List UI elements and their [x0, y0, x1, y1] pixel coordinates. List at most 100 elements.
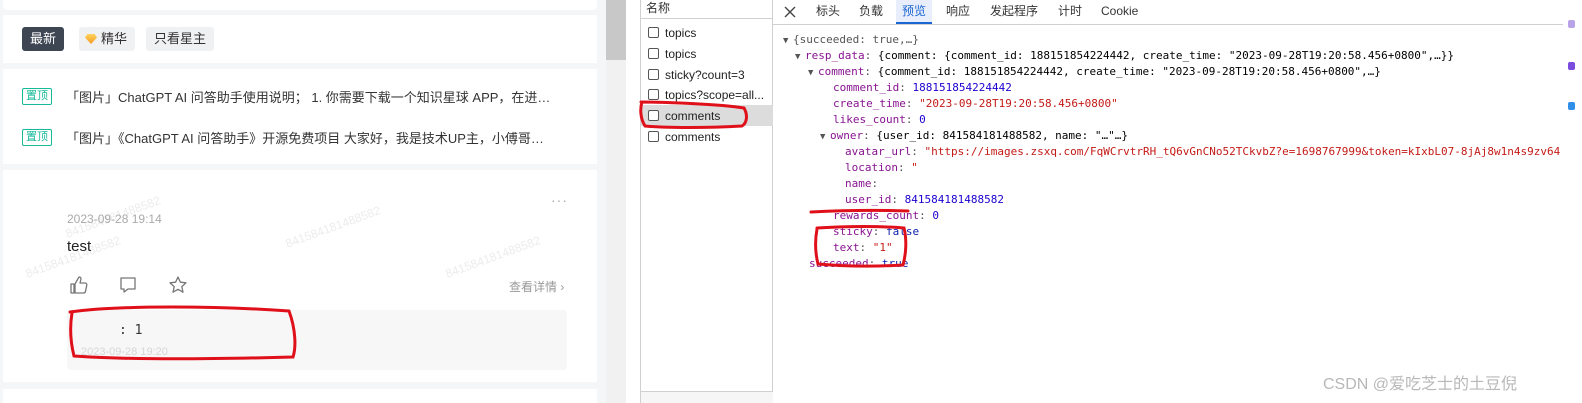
checkbox[interactable] [648, 48, 659, 59]
checkbox[interactable] [648, 27, 659, 38]
json-key: name [845, 177, 872, 190]
json-summary: {user_id: 841584181488582, name: "…"…} [876, 129, 1129, 142]
json-value: 0 [932, 209, 939, 222]
request-name: sticky?count=3 [665, 67, 745, 82]
request-list-footer [641, 391, 773, 403]
json-key: comment_id [833, 81, 900, 94]
csdn-watermark: CSDN @爱吃芝士的土豆倪 [1323, 376, 1518, 393]
comment-icon[interactable] [118, 275, 138, 295]
extension-icon[interactable] [1568, 62, 1575, 70]
pinned-topic-item[interactable]: 置顶 「图片」《ChatGPT AI 问答助手》开源免费项目 大家好，我是技术U… [22, 127, 582, 147]
request-row[interactable]: topics [641, 22, 773, 43]
checkbox[interactable] [648, 110, 659, 121]
json-row: create_time: "2023-09-28T19:20:58.456+08… [833, 97, 1118, 110]
json-row[interactable]: ▼ owner: {user_id: 841584181488582, name:… [820, 129, 1128, 143]
close-icon[interactable] [782, 4, 798, 20]
pinned-topic-item[interactable]: 置顶 「图片」ChatGPT AI 问答助手使用说明； 1. 你需要下载一个知识… [22, 86, 582, 106]
request-row[interactable]: topics?scope=all... [641, 84, 773, 105]
like-icon[interactable] [69, 275, 89, 295]
triangle-down-icon[interactable]: ▼ [808, 66, 818, 80]
request-row[interactable]: sticky?count=3 [641, 64, 773, 85]
pinned-badge: 置顶 [22, 87, 52, 105]
request-row-selected[interactable]: comments [641, 105, 773, 126]
forum-page: 最新 精华 只看星主 置顶 「图片」ChatGPT AI 问答助手使用说明； 1… [0, 0, 606, 403]
json-value: " [911, 161, 918, 174]
filter-latest-label: 最新 [30, 31, 57, 46]
tab-cookies[interactable]: Cookie [1095, 0, 1144, 24]
json-row: avatar_url: "https://images.zsxq.com/FqW… [845, 145, 1561, 158]
chevron-right-icon: › [560, 280, 565, 294]
json-value: "2023-09-28T19:20:58.456+0800" [919, 97, 1118, 110]
json-summary: {succeeded: true,…} [793, 33, 919, 46]
filter-bar: 最新 精华 只看星主 [3, 15, 597, 63]
pinned-topic-text: 「图片」《ChatGPT AI 问答助手》开源免费项目 大家好，我是技术UP主，… [66, 130, 544, 146]
topic-card: 841584181488582 841584181488582 84158418… [3, 170, 597, 382]
checkbox[interactable] [648, 69, 659, 80]
watermark: 841584181488582 [283, 203, 383, 251]
view-details-label: 查看详情 [509, 280, 558, 294]
post-text: test [67, 238, 92, 255]
json-row[interactable]: ▼ resp_data: {comment: {comment_id: 18815… [795, 49, 1454, 63]
tab-payload[interactable]: 负载 [853, 0, 889, 24]
request-name: topics [665, 46, 697, 61]
request-name: topics [665, 25, 697, 40]
tab-initiator[interactable]: 发起程序 [984, 0, 1044, 24]
json-row[interactable]: ▼ comment: {comment_id: 188151854224442, … [808, 65, 1381, 79]
json-value: 0 [919, 113, 926, 126]
json-row: name: [845, 177, 879, 190]
scrollbar-thumb[interactable] [606, 0, 626, 60]
side-toolbar [1563, 0, 1582, 403]
filter-elite-button[interactable]: 精华 [79, 27, 136, 51]
more-options-icon[interactable]: ··· [551, 192, 568, 208]
json-value: false [886, 225, 920, 238]
next-card-edge [3, 389, 597, 403]
json-row: user_id: 841584181488582 [845, 193, 1004, 206]
pinned-topics: 置顶 「图片」ChatGPT AI 问答助手使用说明； 1. 你需要下载一个知识… [3, 69, 597, 164]
tab-preview[interactable]: 预览 [896, 0, 933, 24]
triangle-down-icon[interactable]: ▼ [795, 50, 805, 64]
json-key: create_time [833, 97, 906, 110]
json-key: likes_count [833, 113, 906, 126]
filter-elite-label: 精华 [101, 31, 128, 46]
json-value: 841584181488582 [904, 193, 1004, 206]
triangle-down-icon[interactable]: ▼ [783, 34, 793, 48]
json-value: "https://images.zsxq.com/FqWCrvtrRH_tQ6v… [924, 145, 1561, 158]
filter-latest-button[interactable]: 最新 [22, 27, 65, 51]
json-key: avatar_url [845, 145, 912, 158]
extension-icon[interactable] [1568, 102, 1575, 110]
json-key: location [845, 161, 898, 174]
comment-box: : 1 2023-09-28 19:20 [67, 310, 567, 370]
json-root-row[interactable]: ▼ {succeeded: true,…} [783, 33, 919, 47]
request-list: 名称 topics topics sticky?count=3 topics?s… [640, 0, 773, 403]
json-key: user_id [845, 193, 892, 206]
json-row: location: " [845, 161, 918, 174]
json-key: owner [830, 129, 864, 142]
json-key: succeeded [809, 257, 869, 270]
request-name: topics?scope=all... [665, 87, 765, 102]
pinned-topic-text: 「图片」ChatGPT AI 问答助手使用说明； 1. 你需要下载一个知识星球 … [66, 89, 551, 105]
json-summary: {comment: {comment_id: 188151854224442, … [877, 49, 1455, 62]
request-row[interactable]: comments [641, 126, 773, 147]
previous-card-edge [3, 0, 597, 10]
json-key: resp_data [805, 49, 865, 62]
extension-icon[interactable] [1568, 20, 1575, 28]
name-column-header[interactable]: 名称 [641, 0, 773, 19]
pane-divider [626, 0, 640, 403]
json-value: true [881, 257, 909, 270]
tab-headers[interactable]: 标头 [810, 0, 846, 24]
json-summary: {comment_id: 188151854224442, create_tim… [877, 65, 1381, 78]
scrollbar-track[interactable] [606, 0, 626, 403]
request-row[interactable]: topics [641, 43, 773, 64]
filter-owner-only-button[interactable]: 只看星主 [146, 27, 215, 51]
tab-response[interactable]: 响应 [940, 0, 976, 24]
star-icon[interactable] [168, 275, 188, 295]
view-details-link[interactable]: 查看详情 › [509, 278, 564, 295]
json-row: succeeded: true [809, 257, 909, 270]
checkbox[interactable] [648, 89, 659, 100]
tab-timing[interactable]: 计时 [1052, 0, 1088, 24]
json-key: comment [818, 65, 865, 78]
checkbox[interactable] [648, 131, 659, 142]
pinned-badge: 置顶 [22, 128, 52, 146]
filter-owner-label: 只看星主 [154, 31, 207, 46]
triangle-down-icon[interactable]: ▼ [820, 130, 830, 144]
